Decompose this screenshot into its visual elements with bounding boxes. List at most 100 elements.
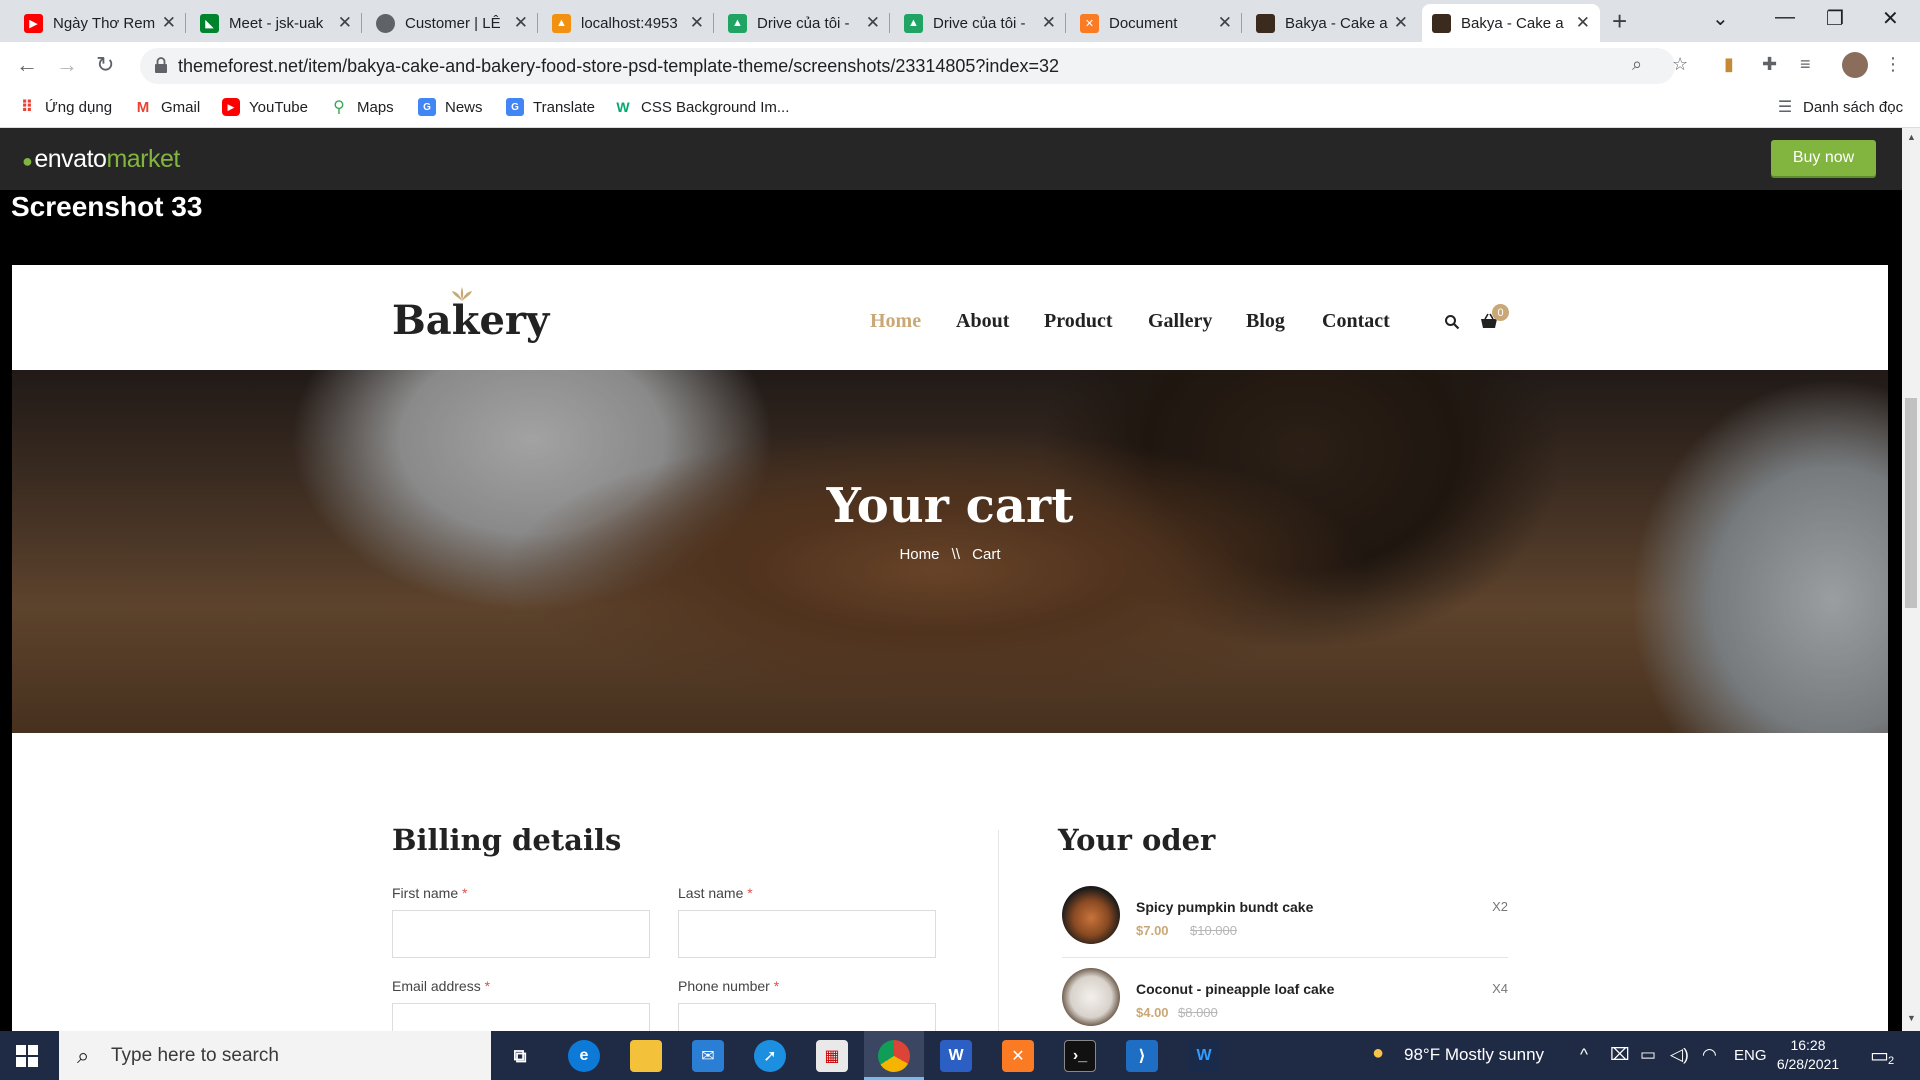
page-scrollbar[interactable]: ▲ ▼: [1902, 128, 1920, 1031]
office-app-icon[interactable]: ▦: [816, 1040, 848, 1072]
close-icon[interactable]: ✕: [1042, 13, 1056, 33]
volume-icon[interactable]: ◁): [1670, 1045, 1689, 1065]
browser-tab[interactable]: ▲ Drive của tôi - ✕: [718, 4, 890, 42]
close-icon[interactable]: ✕: [866, 13, 880, 33]
close-icon[interactable]: ✕: [1576, 13, 1590, 33]
maximize-icon[interactable]: ❐: [1826, 6, 1844, 31]
nav-home[interactable]: Home: [870, 310, 921, 333]
email-field[interactable]: [392, 1003, 650, 1031]
nav-blog[interactable]: Blog: [1246, 310, 1285, 333]
close-icon[interactable]: ✕: [162, 13, 176, 33]
menu-dots-icon[interactable]: ⋮: [1884, 54, 1902, 75]
bookmark-news[interactable]: G News: [418, 98, 483, 116]
first-name-field[interactable]: [392, 910, 650, 958]
vscode-icon[interactable]: ⟩: [1126, 1040, 1158, 1072]
terminal-icon[interactable]: ›_: [1064, 1040, 1096, 1072]
webstorm-icon[interactable]: W: [1188, 1040, 1220, 1072]
nav-contact[interactable]: Contact: [1322, 310, 1390, 333]
windows-start-icon[interactable]: [16, 1045, 38, 1067]
browser-tab[interactable]: ▲ localhost:4953 ✕: [542, 4, 714, 42]
bookmark-apps[interactable]: ⠿ Ứng dụng: [18, 98, 113, 117]
tab-search-chevron-icon[interactable]: ⌄: [1712, 6, 1729, 31]
last-name-field[interactable]: [678, 910, 936, 958]
weather-text[interactable]: 98°F Mostly sunny: [1404, 1045, 1544, 1065]
bookmark-gmail[interactable]: M Gmail: [134, 98, 200, 116]
minimize-icon[interactable]: —: [1775, 6, 1795, 29]
bakery-logo[interactable]: Bakery: [392, 287, 549, 344]
bookmark-youtube[interactable]: ▶ YouTube: [222, 98, 308, 116]
notification-center-icon[interactable]: ▭: [1870, 1043, 1889, 1068]
window-close-icon[interactable]: ✕: [1882, 6, 1899, 31]
nav-gallery[interactable]: Gallery: [1148, 310, 1212, 333]
required-mark: *: [462, 885, 468, 901]
input-language[interactable]: ENG: [1734, 1047, 1767, 1064]
nav-about[interactable]: About: [956, 310, 1009, 333]
tab-title: localhost:4953: [581, 14, 678, 32]
mail-icon[interactable]: ✉: [692, 1040, 724, 1072]
bookmark-star-icon[interactable]: ☆: [1672, 54, 1688, 75]
reading-list[interactable]: ☰ Danh sách đọc: [1776, 98, 1903, 117]
task-view-icon[interactable]: ⧉: [504, 1040, 536, 1072]
envato-market-logo[interactable]: ●envatomarket: [22, 145, 180, 174]
buy-now-button[interactable]: Buy now: [1771, 140, 1876, 176]
phone-label: Phone number *: [678, 978, 779, 994]
scrollbar-thumb[interactable]: [1905, 398, 1917, 608]
close-icon[interactable]: ✕: [1218, 13, 1232, 33]
address-bar[interactable]: themeforest.net/item/bakya-cake-and-bake…: [140, 48, 1675, 84]
browser-tab-active[interactable]: Bakya - Cake a ✕: [1422, 4, 1600, 42]
tray-chevron-up-icon[interactable]: ^: [1580, 1045, 1588, 1065]
battery-icon[interactable]: ▭: [1640, 1045, 1656, 1065]
browser-tab[interactable]: Customer | LÊ ✕: [366, 4, 538, 42]
product-quantity: X4: [1492, 981, 1508, 996]
tab-title: Meet - jsk-uak: [229, 14, 324, 32]
puzzle-extensions-icon[interactable]: ✚: [1762, 54, 1777, 75]
browser-tab[interactable]: ✕ Document ✕: [1070, 4, 1242, 42]
tray-camera-icon[interactable]: ⌧: [1610, 1045, 1630, 1065]
taskbar-search-box[interactable]: ⌕ Type here to search: [59, 1031, 491, 1080]
profile-avatar[interactable]: [1842, 52, 1868, 78]
label-text: Phone number: [678, 978, 770, 994]
browser-tab[interactable]: ▶ Ngày Thơ Rem ✕: [14, 4, 186, 42]
product-price: $4.00: [1136, 1005, 1169, 1020]
screenshot-title: Screenshot 33: [11, 191, 203, 222]
product-name: Spicy pumpkin bundt cake: [1136, 899, 1314, 915]
bookmark-translate[interactable]: G Translate: [506, 98, 595, 116]
close-icon[interactable]: ✕: [338, 13, 352, 33]
edge-browser-icon[interactable]: e: [568, 1040, 600, 1072]
weather-sun-icon[interactable]: ●: [1372, 1042, 1384, 1065]
media-control-icon[interactable]: ≡: [1800, 54, 1811, 75]
browser-tab[interactable]: Bakya - Cake a ✕: [1246, 4, 1418, 42]
zoom-magnifier-icon[interactable]: ⌕: [1632, 54, 1642, 75]
bookmark-label: Ứng dụng: [45, 98, 113, 116]
xampp-icon[interactable]: ✕: [1002, 1040, 1034, 1072]
hero-title: Your cart: [826, 478, 1074, 534]
browser-tab[interactable]: ◣ Meet - jsk-uak ✕: [190, 4, 362, 42]
close-icon[interactable]: ✕: [690, 13, 704, 33]
search-icon[interactable]: [1444, 314, 1460, 330]
new-tab-plus-icon[interactable]: +: [1612, 6, 1627, 37]
billing-title: Billing details: [392, 823, 622, 857]
bookmark-css-background[interactable]: W CSS Background Im...: [614, 98, 789, 116]
phone-field[interactable]: [678, 1003, 936, 1031]
product-thumbnail: [1062, 886, 1120, 944]
close-icon[interactable]: ✕: [1394, 13, 1408, 33]
breadcrumb-home[interactable]: Home: [899, 546, 939, 563]
extension-icon[interactable]: ▮: [1724, 54, 1734, 75]
scroll-up-arrow-icon[interactable]: ▲: [1907, 132, 1916, 142]
close-icon[interactable]: ✕: [514, 13, 528, 33]
bookmark-maps[interactable]: ⚲ Maps: [330, 98, 394, 117]
maps-pin-icon: ⚲: [333, 99, 345, 116]
forward-arrow-icon[interactable]: →: [56, 52, 78, 78]
safari-compass-icon[interactable]: ➚: [754, 1040, 786, 1072]
chrome-browser-icon[interactable]: [878, 1040, 910, 1072]
browser-tab[interactable]: ▲ Drive của tôi - ✕: [894, 4, 1066, 42]
reload-icon[interactable]: ↻: [96, 52, 114, 78]
scroll-down-arrow-icon[interactable]: ▼: [1907, 1013, 1916, 1023]
system-clock[interactable]: 16:28 6/28/2021: [1768, 1036, 1848, 1074]
back-arrow-icon[interactable]: ←: [16, 52, 38, 78]
file-explorer-icon[interactable]: [630, 1040, 662, 1072]
wifi-icon[interactable]: ◠: [1702, 1045, 1717, 1065]
word-icon[interactable]: W: [940, 1040, 972, 1072]
nav-product[interactable]: Product: [1044, 310, 1113, 333]
product-old-price: $8.000: [1178, 1005, 1218, 1020]
